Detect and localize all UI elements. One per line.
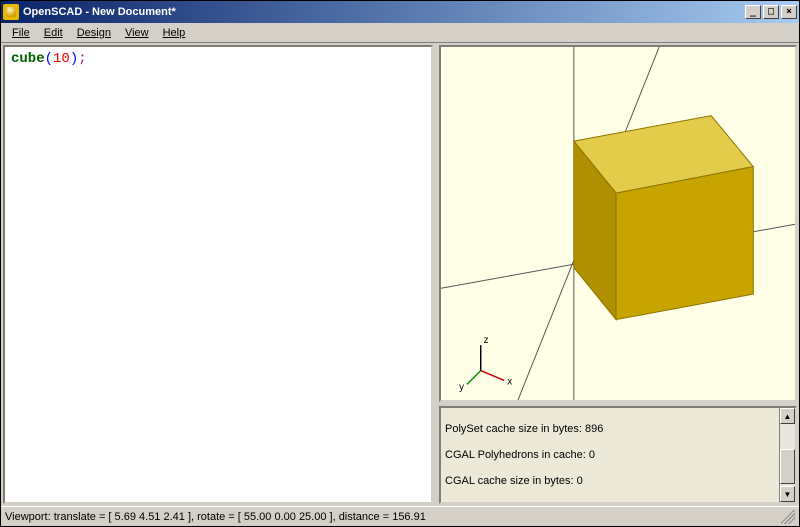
cube-right-face [616,167,753,320]
maximize-icon: □ [768,7,774,17]
menu-edit[interactable]: Edit [37,25,70,41]
axis-x-label: x [507,376,512,387]
right-column: x y z PolySet cache size in bytes: 896 C… [439,45,797,504]
minimize-icon: _ [750,7,756,17]
menu-view-label: View [125,27,149,39]
console-line: CGAL cache size in bytes: 0 [445,475,775,488]
console-line: PolySet cache size in bytes: 896 [445,423,775,436]
axis-y-label: y [459,382,464,393]
token-semicolon: ; [78,51,86,67]
menu-edit-label: Edit [44,27,63,39]
scroll-track[interactable] [780,424,795,486]
menu-design-label: Design [77,27,111,39]
menu-view[interactable]: View [118,25,156,41]
scroll-thumb[interactable] [780,449,795,484]
close-icon: × [786,7,792,17]
status-bar: Viewport: translate = [ 5.69 4.51 2.41 ]… [1,506,799,526]
menu-file[interactable]: File [5,25,37,41]
viewport-svg: x y z [441,47,795,400]
axis-z-label: z [484,335,489,346]
title-bar[interactable]: OpenSCAD - New Document* _ □ × [1,1,799,23]
maximize-button[interactable]: □ [763,5,779,19]
3d-viewport[interactable]: x y z [439,45,797,402]
console-line: CGAL Polyhedrons in cache: 0 [445,449,775,462]
console-line: Compiling design (CSG Products normaliza… [445,501,775,502]
menu-bar: File Edit Design View Help [1,23,799,43]
menu-help[interactable]: Help [156,25,193,41]
minimize-button[interactable]: _ [745,5,761,19]
token-paren-open: ( [45,51,53,67]
menu-help-label: Help [163,27,186,39]
scroll-down-button[interactable]: ▼ [780,486,795,502]
close-button[interactable]: × [781,5,797,19]
app-window: OpenSCAD - New Document* _ □ × File Edit… [0,0,800,527]
main-area: cube(10); [1,43,799,506]
token-paren-close: ) [70,51,78,67]
scroll-up-button[interactable]: ▲ [780,408,795,424]
resize-grip[interactable] [781,510,795,524]
window-title: OpenSCAD - New Document* [23,6,745,18]
window-controls: _ □ × [745,5,797,19]
status-text: Viewport: translate = [ 5.69 4.51 2.41 ]… [5,511,426,523]
console-scrollbar[interactable]: ▲ ▼ [779,408,795,502]
axis-indicator: x y z [459,335,512,393]
menu-design[interactable]: Design [70,25,118,41]
console-panel: PolySet cache size in bytes: 896 CGAL Po… [439,406,797,504]
token-keyword: cube [11,51,45,67]
app-icon [3,4,19,20]
menu-file-label: File [12,27,30,39]
token-number: 10 [53,51,70,67]
console-output[interactable]: PolySet cache size in bytes: 896 CGAL Po… [441,408,779,502]
code-editor[interactable]: cube(10); [3,45,433,504]
